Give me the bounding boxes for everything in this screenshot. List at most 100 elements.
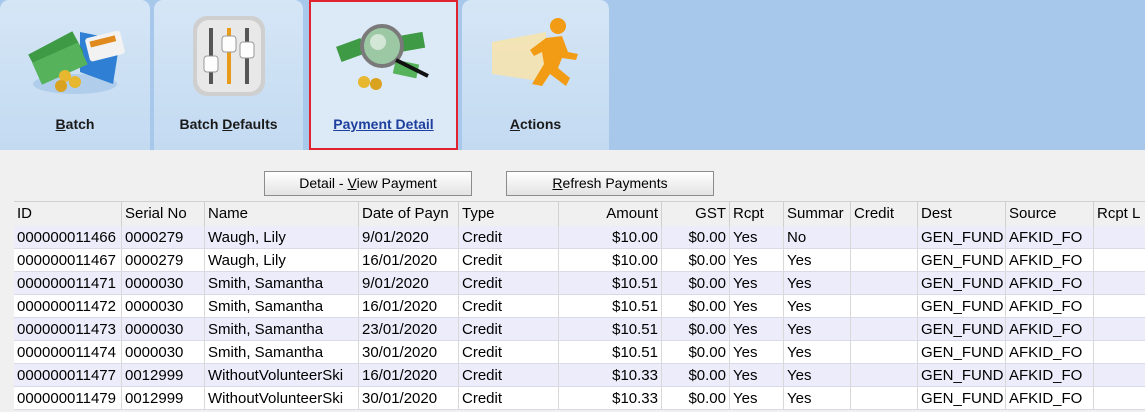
cell-amount[interactable]: $10.51 [559,318,662,340]
cell-id[interactable]: 000000011471 [14,272,122,294]
cell-type[interactable]: Credit [459,272,559,294]
cell-dest[interactable]: GEN_FUND [918,318,1006,340]
cell-credit[interactable] [851,272,918,294]
cell-amount[interactable]: $10.33 [559,364,662,386]
cell-dest[interactable]: GEN_FUND [918,226,1006,248]
cell-date[interactable]: 30/01/2020 [359,387,459,409]
tab-batch[interactable]: Batch [0,0,150,150]
cell-name[interactable]: Smith, Samantha [205,295,359,317]
cell-name[interactable]: Smith, Samantha [205,318,359,340]
table-row[interactable]: 000000011474 0000030 Smith, Samantha 30/01/… [14,341,1145,364]
cell-source[interactable]: AFKID_FO [1006,318,1094,340]
column-header-source[interactable]: Source [1006,202,1094,226]
cell-amount[interactable]: $10.51 [559,272,662,294]
table-row[interactable]: 000000011473 0000030 Smith, Samantha 23/01/… [14,318,1145,341]
cell-gst[interactable]: $0.00 [662,387,730,409]
cell-credit[interactable] [851,364,918,386]
cell-rcpt-l[interactable] [1094,295,1145,317]
cell-id[interactable]: 000000011472 [14,295,122,317]
tab-batch-defaults[interactable]: Batch Defaults [154,0,303,150]
payments-table[interactable]: ID Serial No Name Date of Payn Type Amou… [14,201,1145,410]
cell-gst[interactable]: $0.00 [662,272,730,294]
cell-date[interactable]: 16/01/2020 [359,364,459,386]
column-header-summary[interactable]: Summar [784,202,851,226]
cell-rcpt[interactable]: Yes [730,364,784,386]
table-row[interactable]: 000000011471 0000030 Smith, Samantha 9/01/2… [14,272,1145,295]
cell-id[interactable]: 000000011467 [14,249,122,271]
cell-name[interactable]: WithoutVolunteerSki [205,364,359,386]
cell-rcpt[interactable]: Yes [730,295,784,317]
cell-rcpt-l[interactable] [1094,387,1145,409]
cell-credit[interactable] [851,318,918,340]
table-row[interactable]: 000000011467 0000279 Waugh, Lily 16/01/2020… [14,249,1145,272]
column-header-amount[interactable]: Amount [559,202,662,226]
cell-gst[interactable]: $0.00 [662,364,730,386]
cell-rcpt-l[interactable] [1094,272,1145,294]
column-header-credit[interactable]: Credit [851,202,918,226]
cell-source[interactable]: AFKID_FO [1006,341,1094,363]
table-row[interactable]: 000000011477 0012999 WithoutVolunteerSki 16… [14,364,1145,387]
refresh-payments-button[interactable]: Refresh Payments [506,171,714,196]
cell-gst[interactable]: $0.00 [662,249,730,271]
cell-rcpt[interactable]: Yes [730,226,784,248]
cell-name[interactable]: WithoutVolunteerSki [205,387,359,409]
cell-rcpt[interactable]: Yes [730,272,784,294]
cell-rcpt[interactable]: Yes [730,387,784,409]
column-header-serial-no[interactable]: Serial No [122,202,205,226]
cell-credit[interactable] [851,341,918,363]
cell-rcpt[interactable]: Yes [730,341,784,363]
cell-summary[interactable]: Yes [784,249,851,271]
table-row[interactable]: 000000011472 0000030 Smith, Samantha 16/01/… [14,295,1145,318]
cell-dest[interactable]: GEN_FUND [918,341,1006,363]
cell-amount[interactable]: $10.33 [559,387,662,409]
cell-amount[interactable]: $10.00 [559,226,662,248]
cell-dest[interactable]: GEN_FUND [918,249,1006,271]
cell-id[interactable]: 000000011466 [14,226,122,248]
cell-summary[interactable]: Yes [784,364,851,386]
cell-name[interactable]: Smith, Samantha [205,272,359,294]
cell-summary[interactable]: Yes [784,295,851,317]
cell-name[interactable]: Smith, Samantha [205,341,359,363]
cell-serial-no[interactable]: 0012999 [122,364,205,386]
cell-serial-no[interactable]: 0012999 [122,387,205,409]
cell-serial-no[interactable]: 0000279 [122,226,205,248]
cell-type[interactable]: Credit [459,364,559,386]
cell-source[interactable]: AFKID_FO [1006,272,1094,294]
cell-source[interactable]: AFKID_FO [1006,249,1094,271]
cell-amount[interactable]: $10.51 [559,341,662,363]
table-row[interactable]: 000000011479 0012999 WithoutVolunteerSki 30… [14,387,1145,410]
cell-summary[interactable]: Yes [784,272,851,294]
cell-credit[interactable] [851,249,918,271]
column-header-type[interactable]: Type [459,202,559,226]
cell-gst[interactable]: $0.00 [662,318,730,340]
cell-dest[interactable]: GEN_FUND [918,387,1006,409]
cell-id[interactable]: 000000011474 [14,341,122,363]
column-header-gst[interactable]: GST [662,202,730,226]
cell-type[interactable]: Credit [459,249,559,271]
cell-type[interactable]: Credit [459,226,559,248]
cell-id[interactable]: 000000011473 [14,318,122,340]
cell-date[interactable]: 23/01/2020 [359,318,459,340]
cell-dest[interactable]: GEN_FUND [918,364,1006,386]
table-row[interactable]: 000000011466 0000279 Waugh, Lily 9/01/2020 C… [14,226,1145,249]
column-header-dest[interactable]: Dest [918,202,1006,226]
cell-type[interactable]: Credit [459,387,559,409]
cell-source[interactable]: AFKID_FO [1006,295,1094,317]
cell-summary[interactable]: Yes [784,318,851,340]
cell-summary[interactable]: Yes [784,387,851,409]
column-header-id[interactable]: ID [14,202,122,226]
cell-summary[interactable]: Yes [784,341,851,363]
cell-type[interactable]: Credit [459,341,559,363]
cell-date[interactable]: 16/01/2020 [359,249,459,271]
cell-rcpt-l[interactable] [1094,364,1145,386]
column-header-date[interactable]: Date of Payn [359,202,459,226]
cell-serial-no[interactable]: 0000279 [122,249,205,271]
cell-dest[interactable]: GEN_FUND [918,295,1006,317]
cell-source[interactable]: AFKID_FO [1006,387,1094,409]
cell-date[interactable]: 9/01/2020 [359,226,459,248]
cell-name[interactable]: Waugh, Lily [205,226,359,248]
detail-view-payment-button[interactable]: Detail - View Payment [264,171,472,196]
cell-date[interactable]: 16/01/2020 [359,295,459,317]
cell-serial-no[interactable]: 0000030 [122,272,205,294]
column-header-rcpt-l[interactable]: Rcpt L [1094,202,1145,226]
